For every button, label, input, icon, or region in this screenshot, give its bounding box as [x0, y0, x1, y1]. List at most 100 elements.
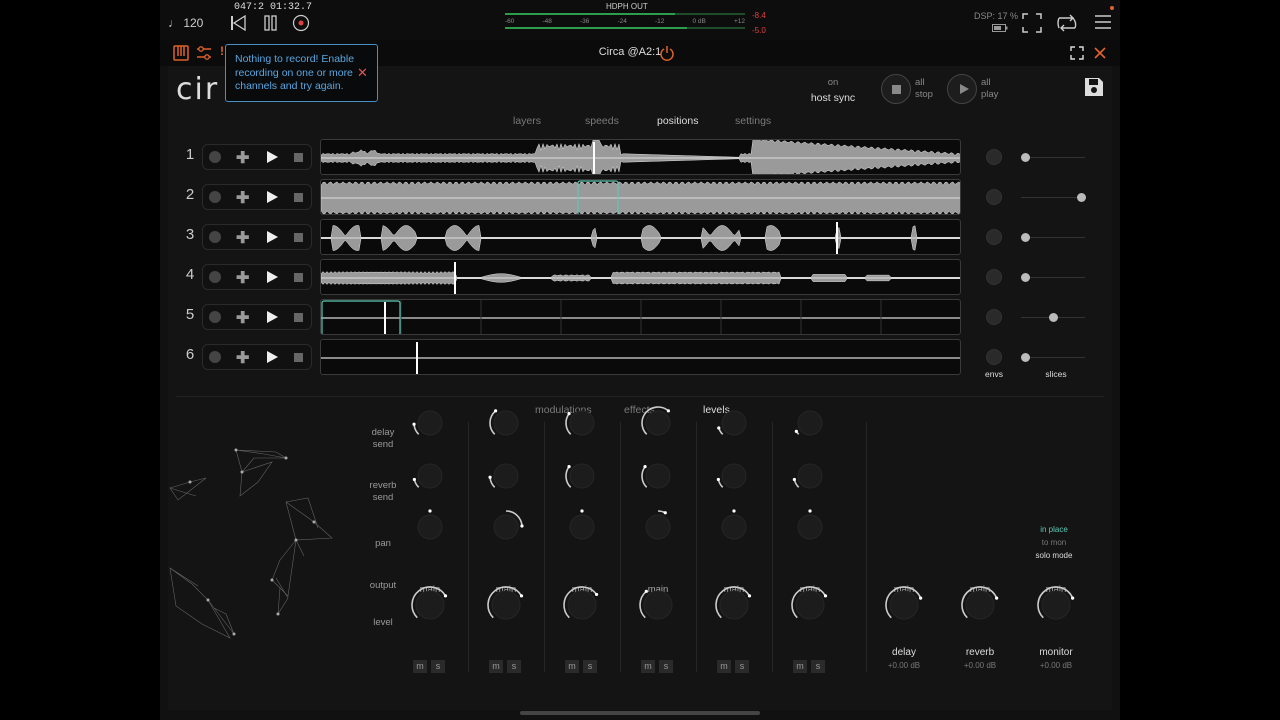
slider-knob[interactable] — [1021, 153, 1030, 162]
fullscreen-icon[interactable] — [1022, 13, 1042, 33]
slices-slider[interactable] — [1021, 153, 1085, 162]
all-play-button[interactable] — [947, 74, 977, 104]
reverb-send-knob[interactable] — [640, 458, 676, 494]
level-knob[interactable] — [410, 585, 450, 625]
slices-slider[interactable] — [1021, 313, 1085, 322]
delay-send-knob[interactable] — [640, 405, 676, 441]
slices-slider[interactable] — [1021, 273, 1085, 282]
all-stop-button[interactable] — [881, 74, 911, 104]
delay-send-knob[interactable] — [488, 405, 524, 441]
save-icon[interactable] — [1084, 77, 1104, 97]
level-knob[interactable] — [714, 585, 754, 625]
pan-knob[interactable] — [792, 509, 828, 545]
record-arm-button[interactable] — [209, 151, 221, 163]
play-icon[interactable] — [267, 351, 278, 363]
envelope-toggle[interactable] — [986, 189, 1002, 205]
tab-layers[interactable]: layers — [513, 115, 541, 127]
bus-level-knob[interactable] — [960, 585, 1000, 625]
reverb-send-knob[interactable] — [488, 458, 524, 494]
solo-in-place-option[interactable]: in place — [1030, 525, 1078, 534]
tab-speeds[interactable]: speeds — [585, 115, 619, 127]
play-icon[interactable] — [267, 151, 278, 163]
mute-button[interactable]: m — [565, 660, 579, 673]
tab-settings[interactable]: settings — [735, 115, 771, 127]
stop-icon[interactable] — [294, 313, 303, 322]
record-arm-button[interactable] — [209, 191, 221, 203]
level-knob[interactable] — [562, 585, 602, 625]
waveform-layer[interactable] — [320, 179, 961, 215]
mute-button[interactable]: m — [413, 660, 427, 673]
waveform-layer[interactable] — [320, 339, 961, 375]
waveform-layer[interactable] — [320, 299, 961, 335]
reverb-send-knob[interactable] — [716, 458, 752, 494]
pan-knob[interactable] — [564, 509, 600, 545]
play-icon[interactable] — [267, 191, 278, 203]
stop-icon[interactable] — [294, 193, 303, 202]
pan-knob[interactable] — [716, 509, 752, 545]
solo-button[interactable]: s — [583, 660, 597, 673]
add-icon[interactable]: ✚ — [236, 268, 249, 288]
record-arm-button[interactable] — [209, 351, 221, 363]
mute-button[interactable]: m — [717, 660, 731, 673]
solo-button[interactable]: s — [811, 660, 825, 673]
bus-level-knob[interactable] — [1036, 585, 1076, 625]
power-icon[interactable] — [659, 45, 675, 61]
envelope-toggle[interactable] — [986, 229, 1002, 245]
solo-button[interactable]: s — [431, 660, 445, 673]
bus-level-knob[interactable] — [884, 585, 924, 625]
level-knob[interactable] — [790, 585, 830, 625]
slider-knob[interactable] — [1021, 233, 1030, 242]
mute-button[interactable]: m — [489, 660, 503, 673]
close-icon[interactable] — [1093, 46, 1107, 60]
record-arm-button[interactable] — [209, 231, 221, 243]
stop-icon[interactable] — [294, 273, 303, 282]
envelope-toggle[interactable] — [986, 309, 1002, 325]
waveform-layer[interactable] — [320, 139, 961, 175]
delay-send-knob[interactable] — [792, 405, 828, 441]
add-icon[interactable]: ✚ — [236, 348, 249, 368]
pan-knob[interactable] — [488, 509, 524, 545]
slices-slider[interactable] — [1021, 233, 1085, 242]
level-knob[interactable] — [638, 585, 678, 625]
delay-send-knob[interactable] — [412, 405, 448, 441]
stop-icon[interactable] — [294, 233, 303, 242]
slider-knob[interactable] — [1077, 193, 1086, 202]
level-knob[interactable] — [486, 585, 526, 625]
reverb-send-knob[interactable] — [412, 458, 448, 494]
reverb-send-knob[interactable] — [564, 458, 600, 494]
solo-button[interactable]: s — [735, 660, 749, 673]
home-indicator[interactable] — [520, 711, 760, 715]
pan-knob[interactable] — [640, 509, 676, 545]
reverb-send-knob[interactable] — [792, 458, 828, 494]
tab-positions[interactable]: positions — [657, 115, 698, 127]
solo-button[interactable]: s — [659, 660, 673, 673]
mute-button[interactable]: m — [641, 660, 655, 673]
pause-icon[interactable] — [264, 15, 278, 31]
delay-send-knob[interactable] — [564, 405, 600, 441]
record-arm-button[interactable] — [209, 311, 221, 323]
mute-button[interactable]: m — [793, 660, 807, 673]
slider-knob[interactable] — [1021, 273, 1030, 282]
add-icon[interactable]: ✚ — [236, 308, 249, 328]
play-icon[interactable] — [267, 311, 278, 323]
tempo-display[interactable]: ♩ 120 — [168, 16, 203, 30]
delay-send-knob[interactable] — [716, 405, 752, 441]
pan-knob[interactable] — [412, 509, 448, 545]
waveform-layer[interactable] — [320, 259, 961, 295]
tooltip-close-icon[interactable]: ✕ — [357, 65, 368, 81]
expand-icon[interactable] — [1070, 46, 1084, 60]
stop-icon[interactable] — [294, 353, 303, 362]
solo-button[interactable]: s — [507, 660, 521, 673]
envelope-toggle[interactable] — [986, 269, 1002, 285]
add-icon[interactable]: ✚ — [236, 148, 249, 168]
menu-icon[interactable] — [1094, 13, 1112, 31]
rewind-icon[interactable] — [230, 15, 246, 31]
envelope-toggle[interactable] — [986, 149, 1002, 165]
slider-knob[interactable] — [1049, 313, 1058, 322]
routing-icon[interactable] — [1056, 12, 1078, 34]
record-arm-button[interactable] — [209, 271, 221, 283]
host-sync-button[interactable]: host sync — [788, 92, 878, 104]
slider-knob[interactable] — [1021, 353, 1030, 362]
waveform-layer[interactable] — [320, 219, 961, 255]
slices-slider[interactable] — [1021, 353, 1085, 362]
